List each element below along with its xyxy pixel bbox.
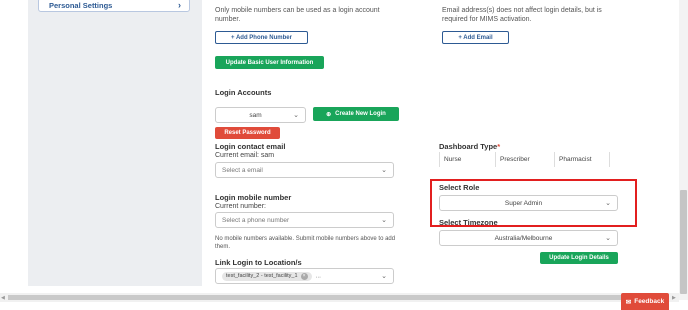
timezone-select[interactable]: Australia/Melbourne ⌄ — [439, 230, 618, 246]
dashboard-type-options: Nurse Prescriber Pharmacist — [439, 152, 610, 167]
current-email: Current email: sam — [215, 152, 275, 159]
dashboard-option-prescriber[interactable]: Prescriber — [495, 152, 554, 167]
dashboard-option-nurse[interactable]: Nurse — [439, 152, 495, 167]
create-login-label: Create New Login — [335, 111, 386, 117]
vertical-scroll-thumb[interactable] — [680, 190, 687, 294]
locations-select[interactable]: test_facility_2 - test_facility_1 ×... ⌄ — [215, 268, 394, 284]
scroll-left-icon[interactable]: ◀ — [1, 295, 5, 301]
select-timezone-title: Select Timezone — [439, 218, 498, 227]
login-email-placeholder: Select a email — [222, 166, 263, 174]
dashboard-type-label: Dashboard Type — [439, 142, 498, 151]
login-email-select[interactable]: Select a email ⌄ — [215, 162, 394, 178]
email-help: Email address(s) does not affect login d… — [442, 7, 602, 23]
timezone-value: Australia/Melbourne — [494, 234, 553, 242]
locations-title: Link Login to Location/s — [215, 258, 302, 267]
chevron-down-icon: ⌄ — [605, 200, 611, 207]
dashboard-option-pharmacist[interactable]: Pharmacist — [554, 152, 610, 167]
scroll-right-icon[interactable]: ▶ — [672, 295, 676, 301]
role-select[interactable]: Super Admin ⌄ — [439, 195, 618, 211]
sidebar-item-label: Personal Settings — [49, 0, 113, 10]
location-chip-label: test_facility_2 - test_facility_1 — [226, 273, 298, 279]
settings-sidebar: Personal Settings › — [28, 0, 202, 286]
add-email-button[interactable]: + Add Email — [442, 31, 509, 44]
login-mobile-placeholder: Select a phone number — [222, 216, 290, 224]
feedback-label: Feedback — [634, 298, 665, 305]
feedback-icon: ✉ — [625, 298, 632, 306]
add-phone-button[interactable]: + Add Phone Number — [215, 31, 308, 44]
feedback-button[interactable]: ✉ Feedback — [621, 293, 669, 310]
login-account-value: sam — [249, 111, 262, 119]
plus-circle-icon: ⊕ — [326, 111, 332, 118]
current-number: Current number: — [215, 203, 266, 210]
login-accounts-title: Login Accounts — [215, 88, 272, 97]
create-login-button[interactable]: ⊕ Create New Login — [313, 107, 399, 121]
chevron-down-icon: ⌄ — [381, 273, 387, 280]
reset-password-button[interactable]: Reset Password — [215, 127, 280, 139]
login-mobile-select[interactable]: Select a phone number ⌄ — [215, 212, 394, 228]
required-mark: * — [497, 142, 501, 151]
login-numbers-help: Only mobile numbers can be used as a log… — [215, 7, 380, 23]
login-email-title: Login contact email — [215, 142, 286, 151]
update-login-details-button[interactable]: Update Login Details — [540, 252, 618, 264]
login-mobile-title: Login mobile number — [215, 193, 292, 202]
sidebar-item-personal-settings[interactable]: Personal Settings › — [38, 0, 190, 12]
chevron-down-icon: ⌄ — [293, 112, 299, 119]
chevron-down-icon: ⌄ — [381, 167, 387, 174]
role-value: Super Admin — [504, 199, 543, 207]
locations-value: test_facility_2 - test_facility_1 ×... — [222, 271, 377, 281]
login-account-select[interactable]: sam ⌄ — [215, 107, 306, 123]
mobile-note: No mobile numbers available. Submit mobi… — [215, 236, 396, 250]
chevron-down-icon: ⌄ — [605, 235, 611, 242]
horizontal-scrollbar[interactable]: ◀ ▶ — [0, 293, 679, 302]
dashboard-type-title: Dashboard Type* — [439, 142, 500, 151]
location-chip[interactable]: test_facility_2 - test_facility_1 × — [222, 271, 312, 281]
vertical-scrollbar[interactable] — [679, 0, 688, 300]
horizontal-scroll-thumb[interactable] — [8, 295, 668, 300]
close-icon[interactable]: × — [300, 272, 308, 280]
locations-more: ... — [315, 272, 321, 279]
select-role-title: Select Role — [439, 183, 480, 192]
update-basic-info-button[interactable]: Update Basic User Information — [215, 56, 324, 69]
chevron-down-icon: ⌄ — [381, 217, 387, 224]
chevron-right-icon: › — [178, 0, 181, 10]
